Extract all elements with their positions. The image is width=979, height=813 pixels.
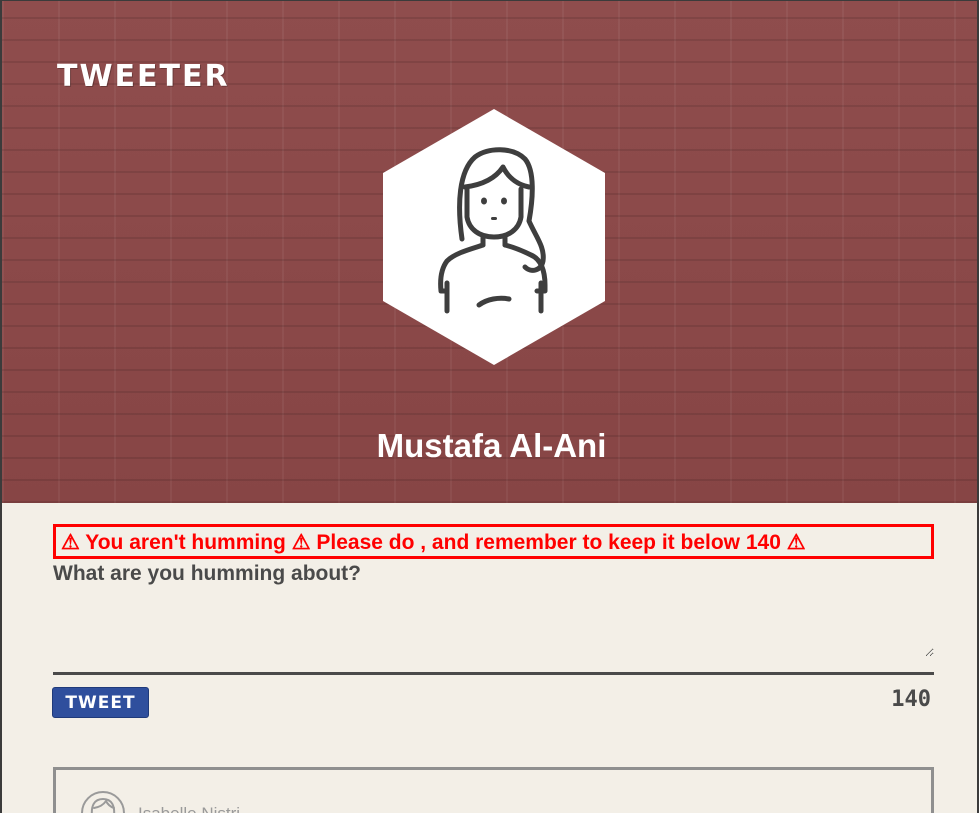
compose-divider xyxy=(53,672,934,675)
woman-avatar-icon xyxy=(383,109,605,365)
compose-label: What are you humming about? xyxy=(53,562,361,585)
profile-name: Mustafa Al-Ani xyxy=(376,427,607,464)
app-window: TWEETER Mustafa Al-Ani ⚠ You aren't humm… xyxy=(0,0,979,813)
brand-logo: TWEETER xyxy=(57,59,230,94)
tweet-textarea[interactable] xyxy=(53,597,934,657)
woman-avatar-icon xyxy=(81,791,125,813)
tweet-author-name: Isabelle Nistri xyxy=(138,804,240,813)
error-message: ⚠ You aren't humming ⚠ Please do , and r… xyxy=(53,524,934,559)
tweet-card: Isabelle Nistri xyxy=(53,767,934,813)
tweet-button[interactable]: TWEET xyxy=(52,687,149,718)
profile-header: TWEETER Mustafa Al-Ani xyxy=(2,1,977,503)
char-counter: 140 xyxy=(891,687,931,712)
